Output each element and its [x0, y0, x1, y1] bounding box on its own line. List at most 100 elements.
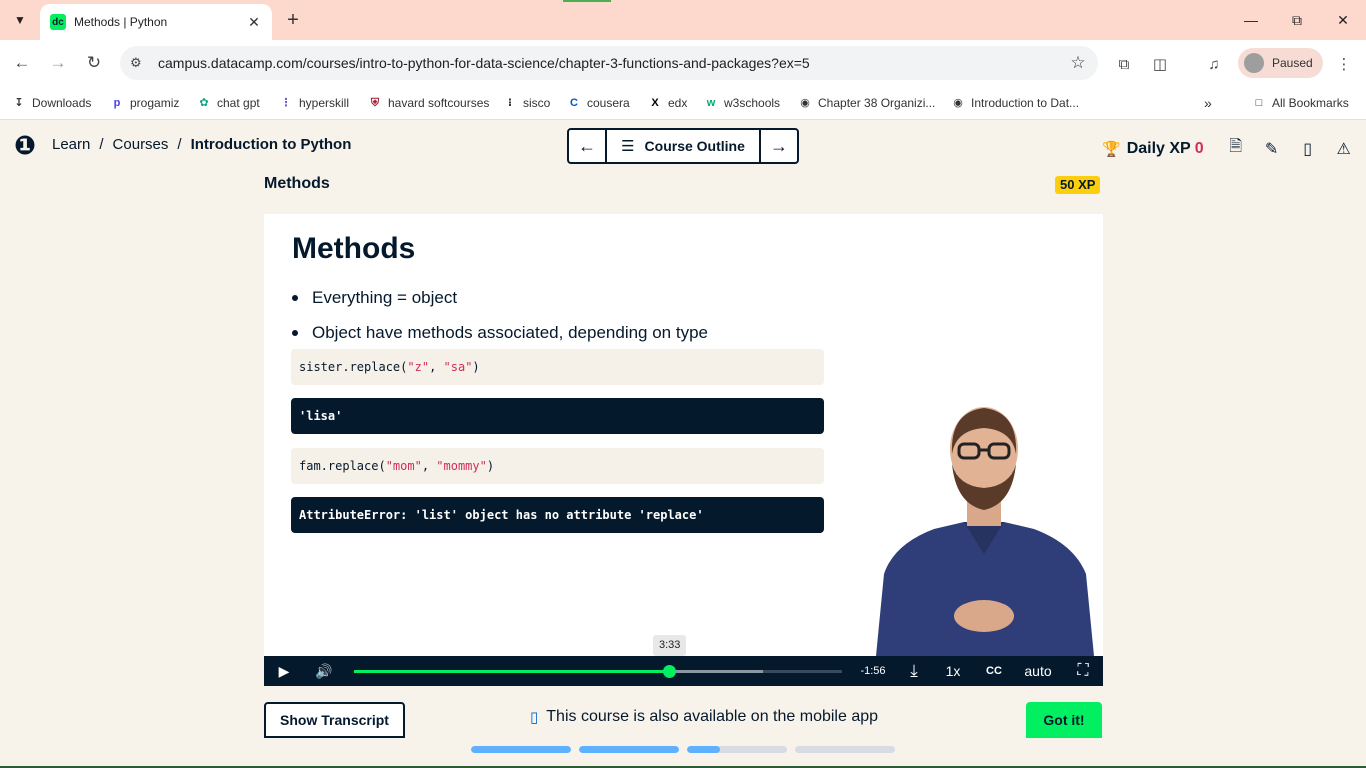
bookmark-intro-dat[interactable]: ◉ Introduction to Dat... — [951, 93, 1079, 113]
got-it-button[interactable]: Got it! — [1026, 702, 1102, 738]
bookmark-downloads[interactable]: ↧ Downloads — [12, 93, 91, 113]
reload-icon[interactable]: ↻ — [81, 50, 107, 76]
volume-icon[interactable]: 🔊 — [312, 656, 336, 686]
breadcrumb-separator: / — [99, 136, 104, 153]
course-outline-button[interactable]: ☰ Course Outline — [605, 130, 761, 162]
download-icon[interactable]: ⤓ — [902, 656, 926, 686]
forward-icon[interactable]: → — [45, 50, 71, 76]
bookmark-label: Introduction to Dat... — [971, 96, 1080, 110]
browser-tab-active[interactable]: dc Methods | Python ✕ — [40, 4, 272, 40]
bookmark-sisco[interactable]: ⁝ sisco — [503, 93, 550, 113]
breadcrumb-learn[interactable]: Learn — [52, 136, 90, 153]
code-text: , — [421, 459, 437, 473]
next-exercise-icon[interactable]: → — [761, 130, 797, 162]
timeline-played — [354, 670, 670, 673]
site-info-icon[interactable]: ⚙ — [130, 55, 150, 71]
progress-segment — [795, 746, 895, 753]
code-text: , — [429, 360, 444, 374]
globe-icon: ◉ — [800, 97, 810, 109]
new-tab-icon[interactable]: + — [282, 8, 304, 32]
course-outline-label: Course Outline — [644, 138, 745, 154]
restore-icon[interactable]: ⧉ — [1274, 0, 1320, 40]
extension-copy-icon[interactable]: ⧉ — [1112, 52, 1136, 76]
browser-tab-strip: ▼ dc Methods | Python ✕ + — ⧉ ✕ — [0, 0, 1366, 40]
folder-icon: □ — [1255, 97, 1263, 109]
breadcrumb-courses[interactable]: Courses — [113, 136, 169, 153]
presenter-video — [876, 407, 1094, 656]
bullet-text: Object have methods associated, dependin… — [312, 322, 708, 342]
tab-title: Methods | Python — [74, 15, 168, 29]
slide-bullet: Object have methods associated, dependin… — [292, 315, 708, 350]
minimize-icon[interactable]: — — [1228, 0, 1274, 40]
bookmark-hyperskill[interactable]: ⋮ hyperskill — [279, 93, 350, 113]
daily-xp[interactable]: 🏆 Daily XP 0 — [1102, 140, 1204, 158]
code-string: "sa" — [443, 360, 473, 374]
bookmark-w3schools[interactable]: w w3schools — [704, 93, 780, 113]
output-block: AttributeError: 'list' object has no att… — [291, 497, 824, 533]
progress-fill — [471, 746, 571, 753]
code-string: "z" — [407, 360, 430, 374]
code-string: "mom" — [385, 459, 422, 473]
time-remaining: -1:56 — [860, 665, 886, 677]
datacamp-favicon-icon: dc — [50, 14, 66, 30]
slides-document-icon[interactable]: 🗎 — [1218, 135, 1254, 162]
exercise-title: Methods — [264, 175, 330, 192]
globe-icon: ◉ — [953, 97, 963, 109]
fullscreen-icon[interactable]: ⛶ — [1070, 656, 1096, 686]
bookmark-label: cousera — [587, 96, 630, 110]
url-text[interactable]: campus.datacamp.com/courses/intro-to-pyt… — [158, 55, 1068, 71]
course-outline-nav: ← ☰ Course Outline → — [567, 128, 799, 164]
bookmark-chapter-38[interactable]: ◉ Chapter 38 Organizi... — [798, 93, 935, 113]
bookmark-cousera[interactable]: Ccousera — [567, 93, 630, 113]
breadcrumb-course[interactable]: Introduction to Python — [191, 136, 352, 153]
bookmark-havard[interactable]: ⛨ havard softcourses — [368, 93, 490, 113]
progress-fill — [687, 746, 720, 753]
bookmark-chat-gpt[interactable]: ✿ chat gpt — [197, 93, 259, 113]
playback-speed[interactable]: 1x — [941, 656, 965, 686]
bullet-text: Everything = object — [312, 287, 458, 307]
address-bar[interactable]: ⚙ campus.datacamp.com/courses/intro-to-p… — [120, 46, 1098, 80]
browser-menu-icon[interactable]: ⋮ — [1332, 52, 1356, 76]
bookmark-label: hyperskill — [299, 96, 350, 110]
video-timeline[interactable] — [354, 665, 842, 678]
mobile-phone-icon[interactable]: ▯ — [1290, 139, 1326, 159]
exercise-progress — [471, 746, 903, 753]
tab-close-icon[interactable]: ✕ — [246, 14, 262, 31]
edx-icon: X — [651, 97, 659, 109]
datacamp-logo-icon[interactable]: ❶ — [14, 131, 42, 159]
header-tools: 🏆 Daily XP 0 🗎 ✎ ▯ ⚠ — [1102, 135, 1362, 162]
notes-pencil-icon[interactable]: ✎ — [1254, 139, 1290, 159]
previous-exercise-icon[interactable]: ← — [569, 130, 605, 162]
video-slide[interactable]: Methods Everything = object Object have … — [264, 214, 1103, 656]
bookmark-label: edx — [668, 96, 688, 110]
bookmark-star-icon[interactable]: ☆ — [1068, 53, 1088, 73]
tab-strip-accent — [563, 0, 611, 2]
show-transcript-button[interactable]: Show Transcript — [264, 702, 405, 738]
report-issue-icon[interactable]: ⚠ — [1326, 139, 1362, 159]
coursera-icon: C — [570, 97, 578, 109]
w3schools-icon: w — [706, 97, 716, 109]
media-controls-icon[interactable]: ♫ — [1202, 52, 1226, 76]
extensions-puzzle-icon[interactable]: ◫ — [1148, 52, 1172, 76]
timeline-scrubber[interactable] — [663, 665, 677, 678]
play-icon[interactable]: ▶ — [272, 656, 296, 686]
back-icon[interactable]: ← — [9, 50, 35, 76]
programiz-icon: p — [113, 97, 121, 109]
code-text: ) — [472, 360, 480, 374]
mobile-app-text: This course is also available on the mob… — [546, 708, 879, 725]
window-close-icon[interactable]: ✕ — [1320, 0, 1366, 40]
breadcrumb-separator: / — [177, 136, 182, 153]
captions-icon[interactable]: CC — [982, 656, 1006, 686]
bullet-dot — [292, 329, 298, 336]
bookmark-progamiz[interactable]: p progamiz — [110, 93, 180, 113]
profile-button[interactable]: Paused — [1238, 48, 1323, 78]
all-bookmarks[interactable]: □ All Bookmarks — [1252, 93, 1349, 113]
bookmark-edx[interactable]: Xedx — [648, 93, 687, 113]
bookmarks-bar: ↧ Downloads p progamiz ✿ chat gpt ⋮ hyperski… — [0, 86, 1366, 120]
quality-selector[interactable]: auto — [1018, 656, 1058, 686]
slide-bullet: Everything = object — [292, 280, 708, 315]
tab-search-chevron-icon[interactable]: ▼ — [8, 8, 32, 32]
hyperskill-icon: ⋮ — [280, 97, 292, 109]
bookmarks-overflow-icon[interactable]: » — [1204, 93, 1212, 113]
code-text: ) — [486, 459, 495, 473]
